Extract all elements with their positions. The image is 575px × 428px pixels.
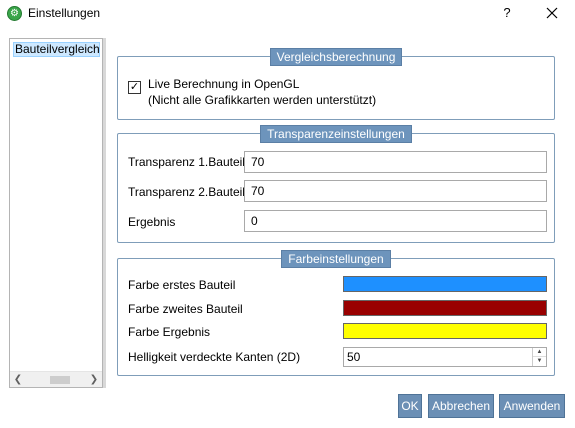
stepper-down-icon[interactable]: ▼ <box>533 357 546 366</box>
ok-button[interactable]: OK <box>398 394 422 418</box>
scroll-right-icon[interactable]: ❯ <box>86 372 102 388</box>
transparency-group-title: Transparenzeinstellungen <box>260 125 412 143</box>
stepper-up-icon[interactable]: ▲ <box>533 348 546 357</box>
transparency-part2-input[interactable]: 70 <box>244 180 547 202</box>
splitter[interactable] <box>103 38 106 388</box>
color-first-label: Farbe erstes Bauteil <box>128 278 236 292</box>
brightness-label: Helligkeit verdeckte Kanten (2D) <box>128 350 301 364</box>
close-icon <box>546 7 558 19</box>
brightness-value[interactable]: 50 <box>347 350 360 364</box>
color-result-label: Farbe Ergebnis <box>128 325 211 339</box>
horizontal-scrollbar[interactable]: ❮ ❯ <box>10 371 102 387</box>
transparency-part1-label: Transparenz 1.Bauteil <box>128 155 245 169</box>
window-title: Einstellungen <box>28 6 101 20</box>
scroll-thumb[interactable] <box>50 376 70 384</box>
brightness-stepper[interactable]: 50 ▲ ▼ <box>343 347 547 367</box>
color-second-swatch[interactable] <box>343 300 547 316</box>
close-button[interactable] <box>540 2 564 24</box>
category-item-bauteilvergleich[interactable]: Bauteilvergleich <box>13 42 100 57</box>
apply-button[interactable]: Anwenden <box>499 394 565 418</box>
transparency-result-label: Ergebnis <box>128 215 176 229</box>
category-list[interactable]: Bauteilvergleich ❮ ❯ <box>9 38 103 388</box>
comparison-group: Vergleichsberechnung ✓ Live Berechnung i… <box>117 48 555 120</box>
color-second-label: Farbe zweites Bauteil <box>128 302 243 316</box>
checkmark-icon: ✓ <box>129 81 140 93</box>
color-group: Farbeinstellungen Farbe erstes Bauteil F… <box>117 250 555 376</box>
transparency-part1-input[interactable]: 70 <box>244 151 547 173</box>
transparency-part2-label: Transparenz 2.Bauteil <box>128 185 245 199</box>
color-result-swatch[interactable] <box>343 323 547 339</box>
transparency-group: Transparenzeinstellungen Transparenz 1.B… <box>117 125 555 243</box>
color-first-swatch[interactable] <box>343 276 547 292</box>
transparency-result-input[interactable]: 0 <box>244 210 547 232</box>
live-opengl-label: Live Berechnung in OpenGL <box>148 77 300 91</box>
help-button[interactable]: ? <box>497 4 517 22</box>
cancel-button[interactable]: Abbrechen <box>428 394 494 418</box>
comparison-group-title: Vergleichsberechnung <box>269 48 403 66</box>
color-group-title: Farbeinstellungen <box>281 250 391 268</box>
app-settings-icon: ⚙ <box>7 6 22 21</box>
scroll-left-icon[interactable]: ❮ <box>10 372 26 388</box>
live-opengl-note: (Nicht alle Grafikkarten werden unterstü… <box>148 93 377 107</box>
title-bar: ⚙ Einstellungen ? <box>0 0 575 28</box>
live-opengl-checkbox[interactable]: ✓ <box>128 81 141 94</box>
